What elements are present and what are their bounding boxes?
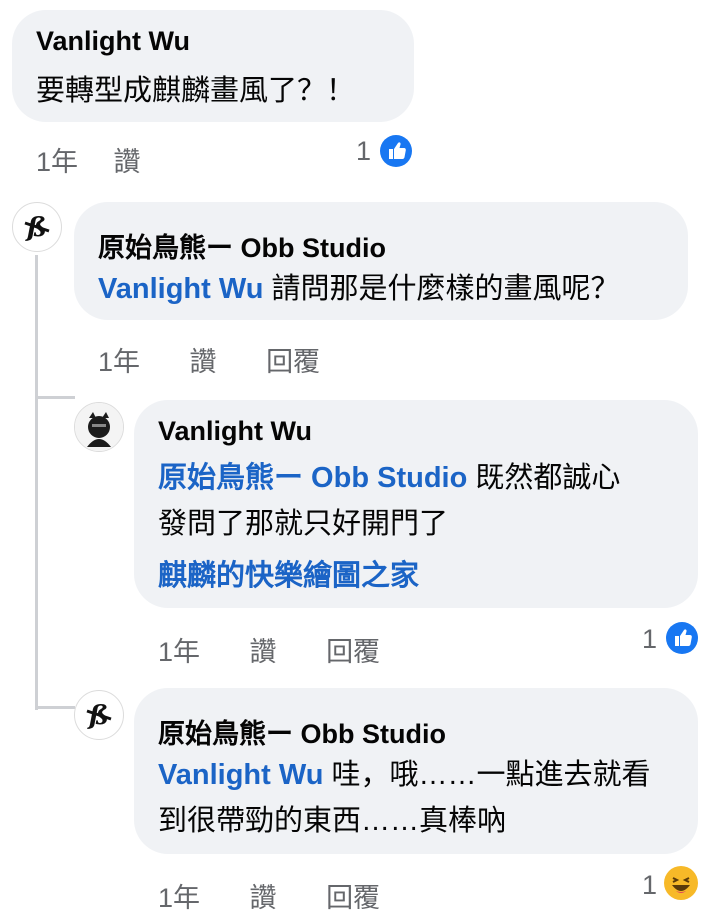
reaction-count: 1 xyxy=(642,624,658,654)
comment-time[interactable]: 1年 xyxy=(158,876,200,915)
thread-line-branch xyxy=(35,396,75,399)
comment-author[interactable]: Vanlight Wu xyxy=(36,26,190,57)
avatar[interactable]: ß xyxy=(12,202,62,252)
page-link[interactable]: 麒麟的快樂繪圖之家 xyxy=(158,553,419,599)
reply-button[interactable]: 回覆 xyxy=(266,340,320,379)
reply-button[interactable]: 回覆 xyxy=(326,876,380,915)
reply-button[interactable]: 回覆 xyxy=(326,630,380,669)
comment-author[interactable]: 原始鳥熊ー Obb Studio xyxy=(158,712,446,751)
comment-text: 要轉型成麒麟畫風了？！ xyxy=(36,75,356,107)
like-icon[interactable] xyxy=(666,622,698,654)
comment-body-line1: 既然都誠心 xyxy=(475,462,621,494)
comment-actions: 1年 讚 xyxy=(36,140,141,179)
reaction-count: 1 xyxy=(356,136,372,166)
comment-time[interactable]: 1年 xyxy=(158,630,200,669)
like-icon[interactable] xyxy=(380,135,412,167)
avatar[interactable] xyxy=(74,402,124,452)
comment-text: 原始鳥熊ー Obb Studio 既然都誠心 xyxy=(158,455,620,501)
comment-text: Vanlight Wu 哇，哦……一點進去就看 xyxy=(158,752,650,798)
comment-actions: 1年 讚 回覆 xyxy=(158,630,380,669)
comment-text: Vanlight Wu 請問那是什麼樣的畫風呢？ xyxy=(98,266,619,312)
comment-author[interactable]: 原始鳥熊ー Obb Studio xyxy=(98,226,386,265)
avatar[interactable]: ß xyxy=(74,690,124,740)
comment-time[interactable]: 1年 xyxy=(36,140,78,179)
thread-line-branch xyxy=(35,706,75,709)
comment-body-line1: 哇，哦……一點進去就看 xyxy=(331,759,651,791)
comment-actions: 1年 讚 回覆 xyxy=(98,340,320,379)
comment-author[interactable]: Vanlight Wu xyxy=(158,416,312,447)
mention-link[interactable]: 原始鳥熊ー Obb Studio xyxy=(158,462,467,494)
mention-link[interactable]: Vanlight Wu xyxy=(158,759,323,791)
comment-body: 請問那是什麼樣的畫風呢？ xyxy=(271,273,620,305)
comment-body-line2: 到很帶勁的東西……真棒吶 xyxy=(158,805,507,837)
thread-line xyxy=(35,255,38,710)
comment-body-line2: 發問了那就只好開門了 xyxy=(158,508,449,540)
haha-icon[interactable] xyxy=(664,866,698,900)
like-button[interactable]: 讚 xyxy=(190,340,217,379)
reaction-count: 1 xyxy=(642,870,658,900)
like-button[interactable]: 讚 xyxy=(250,876,277,915)
comment-actions: 1年 讚 回覆 xyxy=(158,876,380,915)
mention-link[interactable]: Vanlight Wu xyxy=(98,273,263,305)
comment-time[interactable]: 1年 xyxy=(98,340,140,379)
like-button[interactable]: 讚 xyxy=(250,630,277,669)
like-button[interactable]: 讚 xyxy=(114,140,141,179)
